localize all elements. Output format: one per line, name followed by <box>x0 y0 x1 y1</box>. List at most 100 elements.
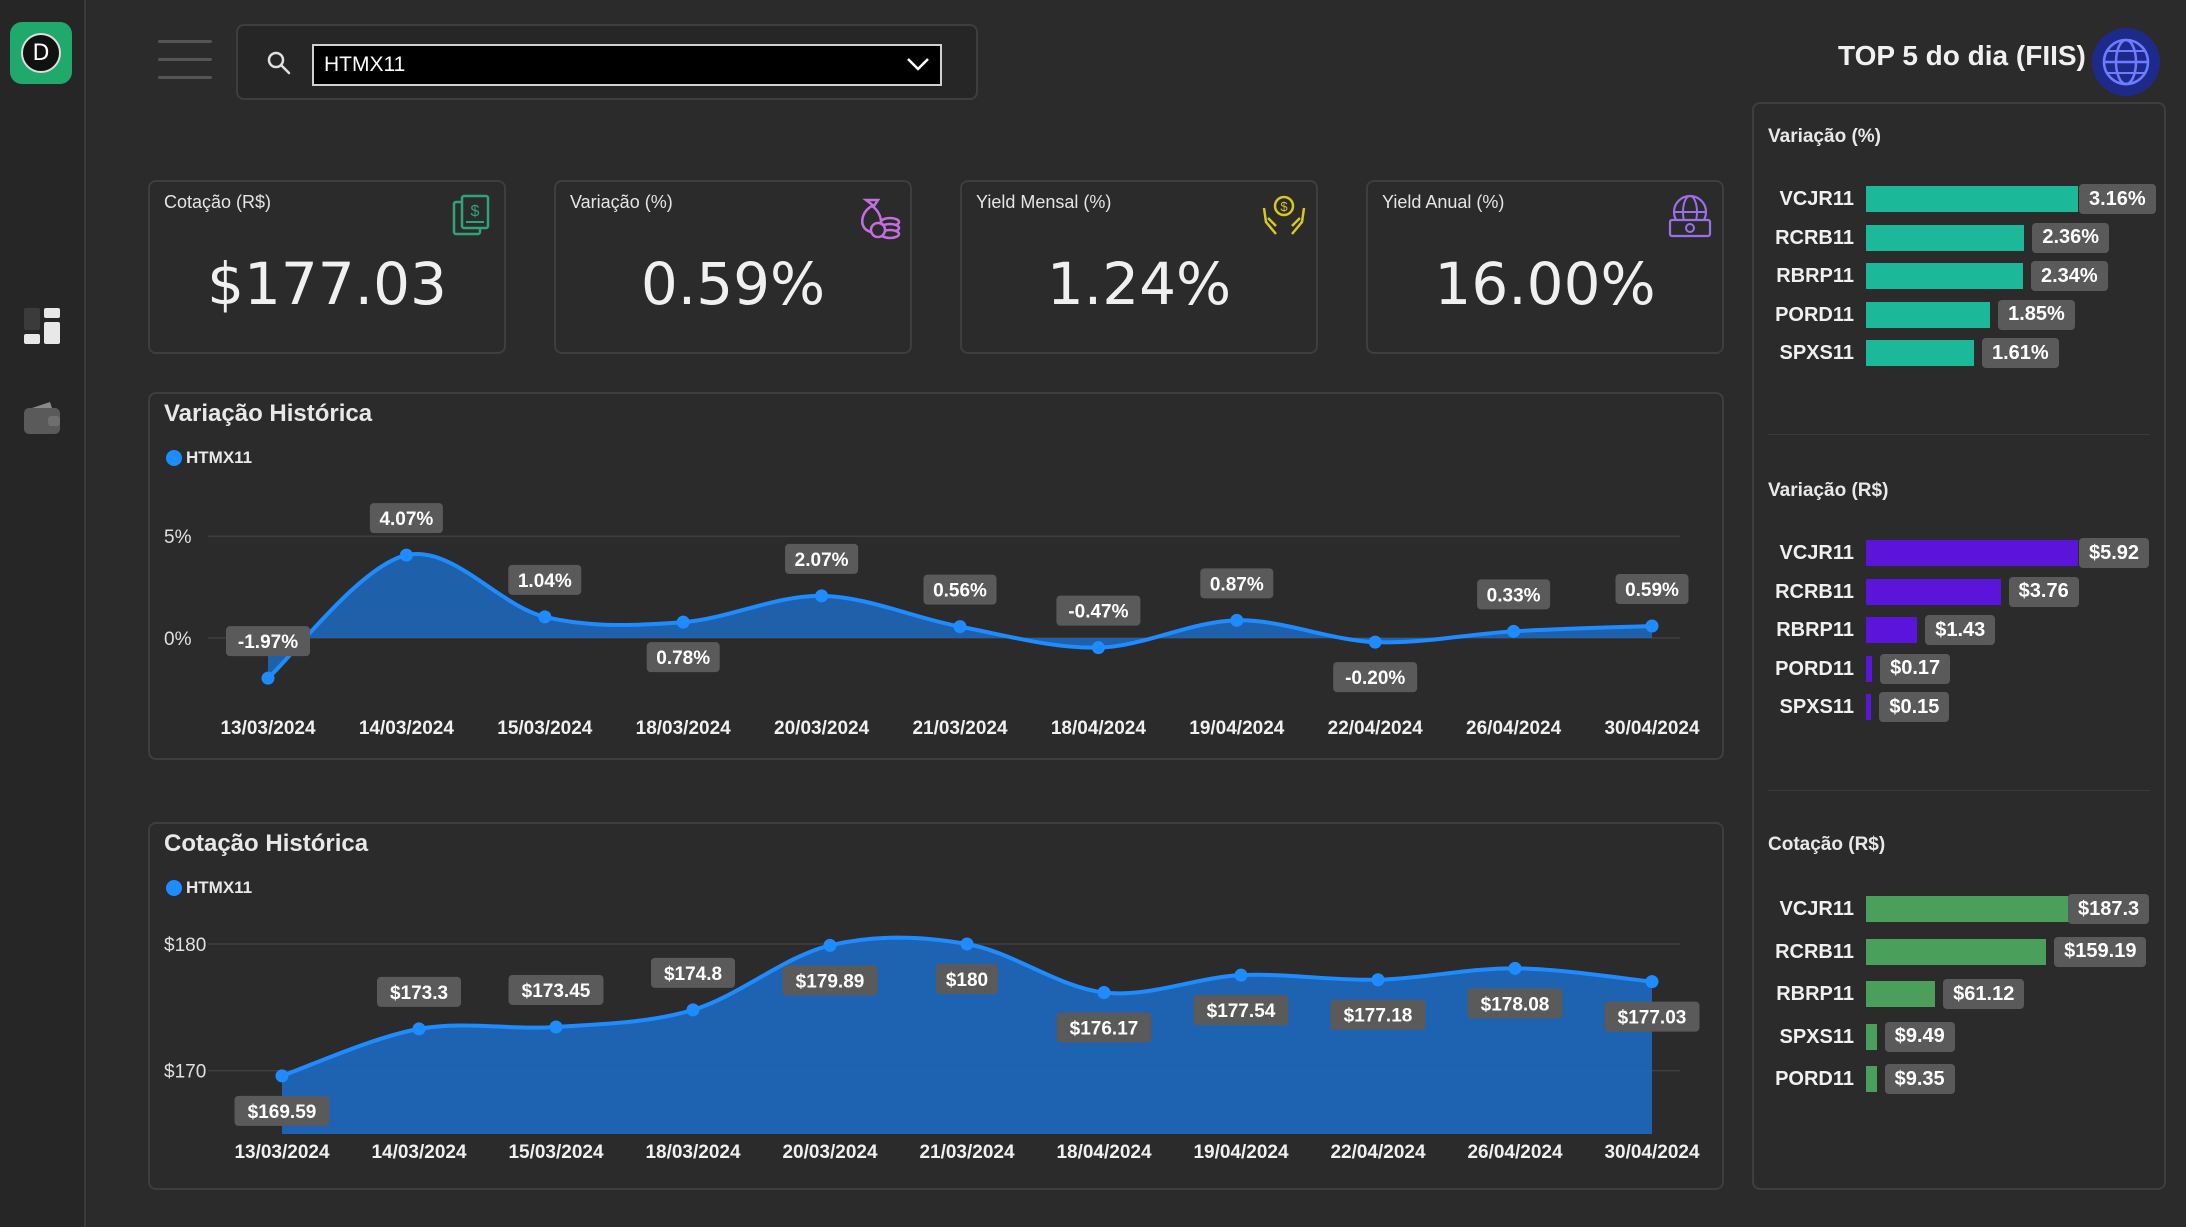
globe-money-icon <box>1668 194 1712 238</box>
data-label: 0.56% <box>933 581 987 602</box>
bar-row[interactable]: SPXS11 $0.15 <box>1754 692 2168 722</box>
x-tick-label: 26/04/2024 <box>1467 1142 1563 1163</box>
bar-row[interactable]: VCJR11 $187.3 <box>1754 894 2168 924</box>
menu-button[interactable] <box>158 40 212 82</box>
data-point[interactable] <box>960 937 974 951</box>
x-tick-label: 18/03/2024 <box>636 718 732 739</box>
data-point[interactable] <box>1645 619 1659 633</box>
x-tick-label: 15/03/2024 <box>497 718 593 739</box>
data-point[interactable] <box>686 1003 700 1017</box>
bar <box>1866 540 2078 566</box>
bar <box>1866 1023 1877 1050</box>
bar-row[interactable]: RCRB11 $159.19 <box>1754 936 2168 967</box>
bar-row[interactable]: RCRB11 $3.76 <box>1754 576 2168 607</box>
data-point[interactable] <box>1368 635 1382 649</box>
wallet-icon[interactable] <box>22 398 62 438</box>
data-point[interactable] <box>412 1022 426 1036</box>
data-label: $179.89 <box>796 971 865 992</box>
data-point[interactable] <box>1508 961 1522 975</box>
x-tick-label: 30/04/2024 <box>1604 718 1700 739</box>
data-point[interactable] <box>538 610 552 624</box>
data-point[interactable] <box>676 615 690 629</box>
cotacao-chart[interactable]: $180 $170 $169.59 13/03/2024 $173.3 14/03/202… <box>150 824 1726 1192</box>
x-tick-label: 15/03/2024 <box>508 1142 604 1163</box>
search-container: HTMX11 <box>236 24 978 100</box>
bar-row[interactable]: VCJR11 $5.92 <box>1754 538 2168 568</box>
x-tick-label: 14/03/2024 <box>371 1142 467 1163</box>
bar <box>1866 896 2078 922</box>
data-label: 0.87% <box>1210 574 1264 595</box>
bar-row[interactable]: SPXS11 1.61% <box>1754 338 2168 368</box>
kpi-card-variacao: Variação (%) 0.59% <box>554 180 912 354</box>
x-tick-label: 22/04/2024 <box>1330 1142 1426 1163</box>
bar-label: VCJR11 <box>1779 542 1855 564</box>
bar-value-label: $9.35 <box>1884 1064 1955 1094</box>
x-tick-label: 14/03/2024 <box>359 718 455 739</box>
data-label: $169.59 <box>248 1102 317 1123</box>
bar <box>1866 617 1918 643</box>
bar-label: RCRB11 <box>1775 226 1854 249</box>
bar-row[interactable]: PORD11 $0.17 <box>1754 653 2168 684</box>
document-dollar-icon: $ <box>452 194 490 236</box>
bar <box>1866 263 2023 289</box>
bar-value-label: 2.34% <box>2030 261 2108 291</box>
left-rail: D <box>0 0 86 1227</box>
money-bag-coins-icon <box>861 198 901 240</box>
logo[interactable]: D <box>10 22 72 84</box>
bar-label: RBRP11 <box>1776 265 1854 287</box>
bar-value-label: $5.92 <box>2079 538 2150 568</box>
data-point[interactable] <box>1091 641 1105 655</box>
y-tick-label: 5% <box>164 527 192 548</box>
bar-label: RBRP11 <box>1776 619 1854 641</box>
bar-row[interactable]: PORD11 $9.35 <box>1754 1064 2168 1094</box>
data-point[interactable] <box>815 589 829 603</box>
y-tick-label: $180 <box>164 935 206 956</box>
chevron-down-icon[interactable] <box>906 54 930 74</box>
data-point[interactable] <box>953 620 967 634</box>
bar-row[interactable]: RCRB11 2.36% <box>1754 222 2168 253</box>
x-tick-label: 21/03/2024 <box>912 718 1008 739</box>
kpi-label: Yield Mensal (%) <box>976 192 1112 212</box>
variacao-chart[interactable]: 5% 0% -1.97% 13/03/2024 4.07% 14/03/2024 1.04%… <box>150 394 1726 762</box>
data-point[interactable] <box>1230 613 1244 627</box>
bar-value-label: $9.49 <box>1884 1021 1955 1052</box>
x-tick-label: 21/03/2024 <box>919 1142 1015 1163</box>
kpi-label: Yield Anual (%) <box>1382 192 1505 212</box>
x-tick-label: 18/03/2024 <box>645 1142 741 1163</box>
bar-value-label: $3.76 <box>2008 576 2079 607</box>
search-icon <box>267 51 291 75</box>
data-point[interactable] <box>399 548 413 562</box>
data-point[interactable] <box>823 938 837 952</box>
divider <box>1768 434 2150 435</box>
x-tick-label: 20/03/2024 <box>782 1142 878 1163</box>
data-point[interactable] <box>1097 986 1111 1000</box>
data-point[interactable] <box>1507 624 1521 638</box>
data-label: $177.18 <box>1344 1006 1413 1027</box>
data-point[interactable] <box>549 1020 563 1034</box>
bar <box>1866 1066 1877 1092</box>
bar-row[interactable]: RBRP11 2.34% <box>1754 261 2168 291</box>
x-tick-label: 13/03/2024 <box>220 718 316 739</box>
top5-title: TOP 5 do dia (FIIS) <box>1838 40 2086 71</box>
x-tick-label: 26/04/2024 <box>1466 718 1562 739</box>
data-label: -0.20% <box>1345 668 1405 689</box>
top5-panel: Variação (%) VCJR11 3.16% RCRB11 2.36% RBRP1… <box>1752 102 2166 1190</box>
dashboard-icon[interactable] <box>22 306 62 346</box>
data-point[interactable] <box>1371 973 1385 987</box>
x-tick-label: 18/04/2024 <box>1056 1142 1152 1163</box>
bar-row[interactable]: RBRP11 $61.12 <box>1754 979 2168 1009</box>
data-point[interactable] <box>1234 968 1248 982</box>
data-label: $174.8 <box>664 964 722 985</box>
bar-row[interactable]: PORD11 1.85% <box>1754 299 2168 330</box>
bar <box>1866 301 1991 328</box>
bar <box>1866 578 2001 605</box>
data-label: 2.07% <box>795 550 849 571</box>
bar-label: RBRP11 <box>1776 983 1854 1005</box>
data-point[interactable] <box>261 671 275 685</box>
data-point[interactable] <box>275 1069 289 1083</box>
ticker-select[interactable]: HTMX11 <box>312 44 942 86</box>
data-point[interactable] <box>1645 975 1659 989</box>
bar-row[interactable]: SPXS11 $9.49 <box>1754 1021 2168 1052</box>
bar-row[interactable]: VCJR11 3.16% <box>1754 184 2168 214</box>
bar-row[interactable]: RBRP11 $1.43 <box>1754 615 2168 645</box>
